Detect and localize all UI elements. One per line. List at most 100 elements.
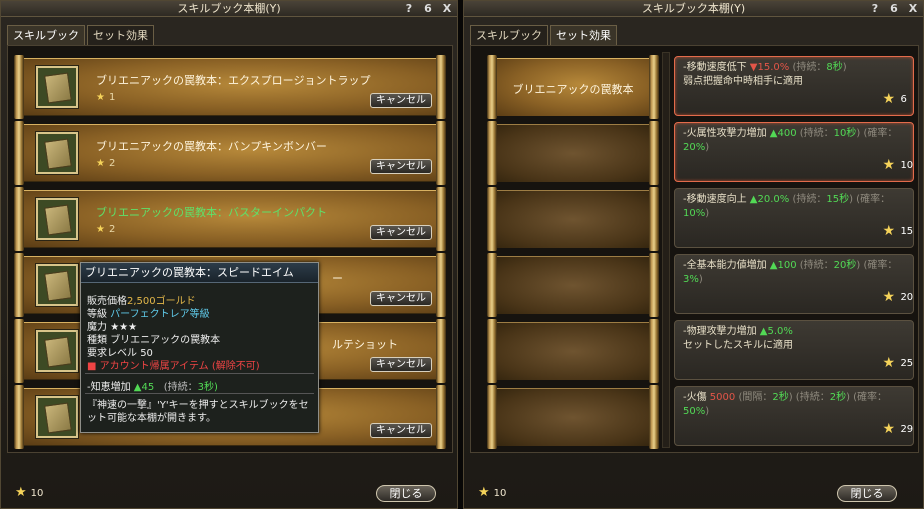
settings-icon[interactable]: 6 [422, 1, 434, 17]
set-effect-row: -全基本能力値増加 ▲100 (持続：20秒) (確率：3%) ★ 20 [674, 254, 914, 314]
cancel-button[interactable]: キャンセル [370, 357, 432, 372]
cancel-button[interactable]: キャンセル [370, 159, 432, 174]
pillar-ornament [649, 385, 659, 449]
effect-stars: 6 [900, 94, 907, 105]
set-slot[interactable]: ブリエニアックの罠教本 [487, 55, 659, 119]
skillbook-shelf-panel-right: スキルブック本棚(Y) ? 6 X スキルブック セット効果 ブリエニアックの罠… [463, 0, 924, 509]
cancel-button[interactable]: キャンセル [370, 291, 432, 306]
lock-icon: ■ [87, 361, 97, 372]
total-stars: 10 [493, 488, 507, 499]
effect-stars: 15 [900, 226, 914, 237]
settings-icon[interactable]: 6 [888, 1, 900, 17]
pillar-ornament [14, 385, 24, 449]
skillbook-icon[interactable] [36, 132, 78, 174]
book-stars: 2 [108, 224, 116, 235]
pillar-ornament [436, 253, 446, 317]
tab-skillbook[interactable]: スキルブック [7, 25, 85, 45]
cancel-button[interactable]: キャンセル [370, 93, 432, 108]
pillar-ornament [487, 385, 497, 449]
set-effect-row: -物理攻撃力増加 ▲5.0% セットしたスキルに適用 ★ 25 [674, 320, 914, 380]
book-name: ブリエニアックの罠教本：バスターインパクト [96, 206, 327, 219]
window-title[interactable]: スキルブック本棚(Y) [464, 1, 923, 17]
star-icon: ★ 15 [882, 223, 914, 239]
cancel-button[interactable]: キャンセル [370, 423, 432, 438]
effect-text: -移動速度低下 ▼15.0% (持続：8秒) 弱点把握命中時相手に適用 [683, 62, 847, 87]
pillar-ornament [14, 187, 24, 251]
tooltip-divider [85, 373, 314, 374]
star-icon: ★ 6 [882, 91, 907, 107]
tab-set-effect[interactable]: セット効果 [87, 25, 154, 45]
tooltip-divider [85, 393, 314, 394]
close-button[interactable]: 閉じる [376, 485, 436, 502]
effect-text: -全基本能力値増加 ▲100 (持続：20秒) (確率：3%) [683, 260, 898, 285]
star-icon: ★ 10 [478, 485, 507, 500]
star-icon: ★ 1 [96, 92, 116, 103]
set-effect-row: -移動速度低下 ▼15.0% (持続：8秒) 弱点把握命中時相手に適用 ★ 6 [674, 56, 914, 116]
skillbook-icon[interactable] [36, 264, 78, 306]
slot-background [495, 124, 651, 182]
book-name: ブリエニアックの罠教本：エクスプロージョントラップ [96, 74, 371, 87]
tab-skillbook[interactable]: スキルブック [470, 25, 548, 45]
effect-text: -火傷 5000 (間隔：2秒) (持続：2秒) (確率：50%) [683, 392, 888, 417]
set-slot[interactable] [487, 187, 659, 251]
skillbook-icon[interactable] [36, 66, 78, 108]
set-slot[interactable] [487, 385, 659, 449]
pillar-ornament [14, 319, 24, 383]
book-row[interactable]: ブリエニアックの罠教本：エクスプロージョントラップ ★ 1 キャンセル [14, 55, 446, 119]
slot-background [495, 256, 651, 314]
cancel-button[interactable]: キャンセル [370, 225, 432, 240]
skillbook-icon[interactable] [36, 198, 78, 240]
set-effect-row: -火属性攻撃力増加 ▲400 (持続：10秒) (確率：20%) ★ 10 [674, 122, 914, 182]
help-icon[interactable]: ? [403, 1, 415, 17]
title-icons: ? 6 X [869, 1, 919, 17]
pillar-ornament [487, 187, 497, 251]
star-icon: ★ 2 [96, 158, 116, 169]
book-name: ブリエニアックの罠教本：バンプキンボンバー [96, 140, 327, 153]
pillar-ornament [14, 121, 24, 185]
star-icon: ★ 25 [882, 355, 914, 371]
star-icon: ★ 2 [96, 224, 116, 235]
set-slot[interactable] [487, 253, 659, 317]
skillbook-icon[interactable] [36, 396, 78, 438]
star-icon: ★ 20 [882, 289, 914, 305]
book-stars: 1 [108, 92, 116, 103]
slot-background [495, 388, 651, 446]
pillar-ornament [487, 319, 497, 383]
skillbook-icon[interactable] [36, 330, 78, 372]
effect-stars: 25 [900, 358, 914, 369]
book-name-partial: ルテショット [332, 338, 398, 351]
set-effect-row: -火傷 5000 (間隔：2秒) (持続：2秒) (確率：50%) ★ 29 [674, 386, 914, 446]
slot-background [495, 322, 651, 380]
total-stars: 10 [30, 488, 44, 499]
effect-stars: 29 [900, 424, 914, 435]
pillar-ornament [436, 55, 446, 119]
pillar-ornament [14, 253, 24, 317]
slot-label: ブリエニアックの罠教本 [512, 83, 634, 96]
tab-set-effect[interactable]: セット効果 [550, 25, 617, 45]
item-tooltip: ブリエニアックの罠教本：スピードエイム 販売価格2,500ゴールド 等級 パーフ… [80, 262, 319, 433]
pillar-ornament [436, 187, 446, 251]
pillar-ornament [649, 187, 659, 251]
close-icon[interactable]: X [441, 1, 453, 17]
pillar-ornament [436, 319, 446, 383]
effect-stars: 20 [900, 292, 914, 303]
pillar-ornament [14, 55, 24, 119]
close-button[interactable]: 閉じる [837, 485, 897, 502]
book-row[interactable]: ブリエニアックの罠教本：バスターインパクト ★ 2 キャンセル [14, 187, 446, 251]
tooltip-stat: -知恵増加 ▲45 (持続：3秒) [87, 382, 218, 393]
pillar-ornament [436, 385, 446, 449]
tooltip-title: ブリエニアックの罠教本：スピードエイム [81, 263, 318, 283]
set-slot[interactable] [487, 121, 659, 185]
set-slot[interactable] [487, 319, 659, 383]
close-icon[interactable]: X [907, 1, 919, 17]
scrollbar[interactable] [662, 52, 670, 448]
pillar-ornament [487, 121, 497, 185]
tab-bar: スキルブック セット効果 [470, 25, 617, 45]
book-stars: 2 [108, 158, 116, 169]
pillar-ornament [436, 121, 446, 185]
help-icon[interactable]: ? [869, 1, 881, 17]
book-row[interactable]: ブリエニアックの罠教本：バンプキンボンバー ★ 2 キャンセル [14, 121, 446, 185]
star-icon: ★ 10 [15, 485, 44, 500]
window-title[interactable]: スキルブック本棚(Y) [1, 1, 457, 17]
effect-text: -火属性攻撃力増加 ▲400 (持続：10秒) (確率：20%) [683, 128, 898, 153]
